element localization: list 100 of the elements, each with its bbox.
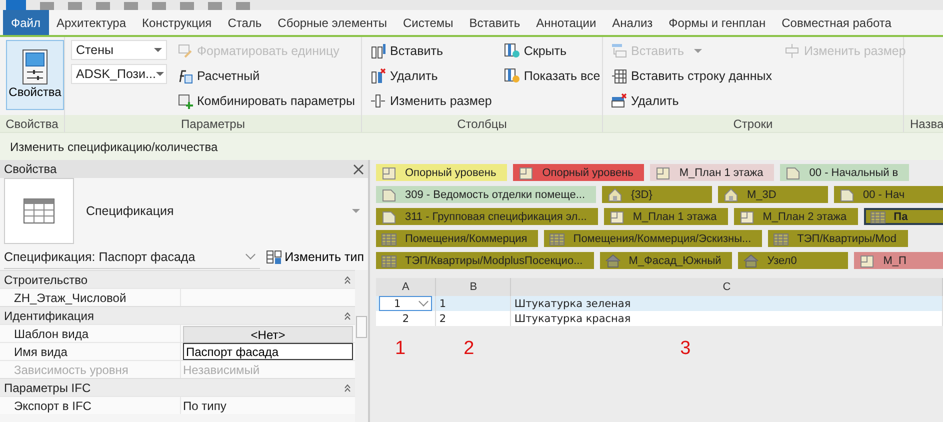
delete-row-icon (611, 92, 627, 108)
sheet-icon (785, 164, 802, 180)
view-tab[interactable]: М_План 1 этажа (650, 164, 774, 181)
ribbon-tab[interactable]: Совместная работа (774, 10, 900, 35)
toolbar-icon[interactable] (40, 2, 54, 10)
property-group[interactable]: Параметры IFC (0, 378, 355, 396)
property-value: По типу (183, 398, 226, 412)
ribbon-tab[interactable]: Аннотации (528, 10, 604, 35)
ribbon-button[interactable]: Удалить (368, 65, 494, 86)
ribbon-tab[interactable]: Системы (395, 10, 462, 35)
toolbar-icon[interactable] (96, 2, 110, 10)
ribbon-button[interactable]: Вставить (368, 40, 494, 61)
ribbon-button[interactable]: Показать все (502, 65, 602, 86)
view-tab[interactable]: Помещения/Коммерция/Эскизны... (544, 230, 762, 247)
ribbon-tab[interactable]: Сборные элементы (270, 10, 396, 35)
floor-plan-icon (608, 208, 625, 224)
view-tab[interactable]: Помещения/Коммерция (376, 230, 538, 247)
toolbar-icon[interactable] (180, 2, 194, 10)
view-tab[interactable]: М_План 2 этажа (734, 208, 858, 225)
app-logo-icon[interactable] (6, 0, 26, 10)
toolbar-icon[interactable] (124, 2, 138, 10)
table-icon (381, 230, 397, 246)
table-icon (549, 230, 566, 246)
resize-column-icon (370, 92, 386, 108)
view-tab[interactable]: М_П (854, 252, 943, 269)
floor-plan-icon (655, 164, 672, 180)
insert-column-icon (370, 42, 386, 58)
file-menu-button[interactable]: Файл (3, 10, 49, 35)
insert-data-row-icon (611, 68, 627, 84)
scrollbar-thumb[interactable] (356, 316, 367, 338)
view-tab[interactable]: ТЭП/Квартиры/ModplusПосекцио... (376, 252, 594, 269)
dropdown[interactable]: Стены (71, 40, 167, 60)
view-tab[interactable]: Па (864, 208, 943, 225)
table-cell: 2 (376, 311, 436, 326)
ribbon-button[interactable]: Расчетный (175, 65, 357, 86)
cell-dropdown[interactable]: 1 (379, 296, 432, 311)
dropdown-caret-icon[interactable] (352, 209, 360, 213)
ribbon-button[interactable]: Изменить размер (368, 90, 494, 111)
ribbon-button[interactable]: Скрыть (502, 40, 602, 61)
column-header[interactable]: A (376, 278, 436, 296)
view-tab[interactable]: Опорный уровень (376, 164, 508, 181)
properties-button[interactable]: Свойства (6, 40, 64, 110)
edit-type-button[interactable]: Изменить тип (266, 249, 364, 265)
view-tab[interactable]: {3D} (602, 186, 712, 203)
ribbon-tab[interactable]: Сталь (220, 10, 270, 35)
view-tab[interactable]: 311 - Групповая спецификация эл... (376, 208, 598, 225)
view-tab[interactable]: 00 - Нач (834, 186, 943, 203)
view-tab[interactable]: М_Фасад_Южный (600, 252, 732, 269)
floor-plan-icon (518, 164, 534, 180)
elevation-icon (743, 252, 760, 268)
toolbar-icon[interactable] (68, 2, 82, 10)
toolbar-icon[interactable] (208, 2, 222, 10)
floor-plan-icon (859, 252, 876, 268)
hide-column-icon (504, 42, 520, 58)
column-marker: 3 (680, 338, 691, 360)
toolbar-icon[interactable] (152, 2, 166, 10)
show-all-columns-icon (504, 68, 520, 84)
view-tab[interactable]: М_План 1 этажа (604, 208, 728, 225)
delete-column-icon (370, 68, 386, 84)
sheet-icon (839, 186, 856, 202)
property-group[interactable]: Строительство (0, 270, 355, 288)
type-name: Спецификация (86, 204, 175, 218)
column-marker: 2 (464, 338, 474, 360)
panel-title: Столбцы (362, 115, 602, 132)
panel-title: Параметры (65, 115, 361, 132)
view-tab[interactable]: Узел0 (738, 252, 848, 269)
table-cell: Штукатурка зеленая (510, 296, 942, 311)
view-tab[interactable]: 00 - Начальный в (780, 164, 910, 181)
column-header[interactable]: B (436, 278, 511, 296)
ribbon-tab[interactable]: Анализ (604, 10, 661, 35)
view-tab[interactable]: М_3D (718, 186, 828, 203)
ribbon-button[interactable]: Удалить (609, 90, 774, 111)
collapse-icon[interactable] (344, 276, 351, 284)
sheet-icon (381, 208, 397, 224)
property-group[interactable]: Идентификация (0, 306, 355, 324)
ribbon-button[interactable]: Вставить строку данных (609, 65, 774, 86)
edit-type-icon (266, 249, 282, 265)
view-template-button[interactable]: <Нет> (183, 326, 353, 342)
table-icon (773, 230, 790, 246)
ribbon-tab[interactable]: Конструкция (134, 10, 220, 35)
panel-title: Строки (603, 115, 903, 132)
ribbon-tab[interactable]: Архитектура (48, 10, 134, 35)
toolbar-icon[interactable] (236, 2, 250, 10)
close-icon[interactable] (353, 164, 364, 174)
instance-selector[interactable]: Спецификация: Паспорт фасада (4, 246, 260, 268)
ribbon-tab[interactable]: Формы и генплан (660, 10, 774, 35)
panel-title: Свойства (0, 115, 64, 132)
ribbon-tab[interactable]: Вставить (461, 10, 528, 35)
view-tab[interactable]: 309 - Ведомость отделки помеще... (376, 186, 596, 203)
view-name-field[interactable]: Паспорт фасада (183, 343, 353, 360)
column-header[interactable]: C (510, 278, 942, 296)
view-tab[interactable]: ТЭП/Квартиры/Mod (768, 230, 908, 247)
floor-plan-icon (381, 164, 397, 180)
collapse-icon[interactable] (344, 384, 351, 392)
view-tab[interactable]: Опорный уровень (513, 164, 644, 181)
dropdown[interactable]: ADSK_Пози... (71, 64, 167, 84)
table-icon (870, 208, 886, 224)
collapse-icon[interactable] (344, 312, 351, 320)
ribbon-button[interactable]: Комбинировать параметры (175, 90, 357, 111)
elevation-icon (604, 252, 621, 268)
